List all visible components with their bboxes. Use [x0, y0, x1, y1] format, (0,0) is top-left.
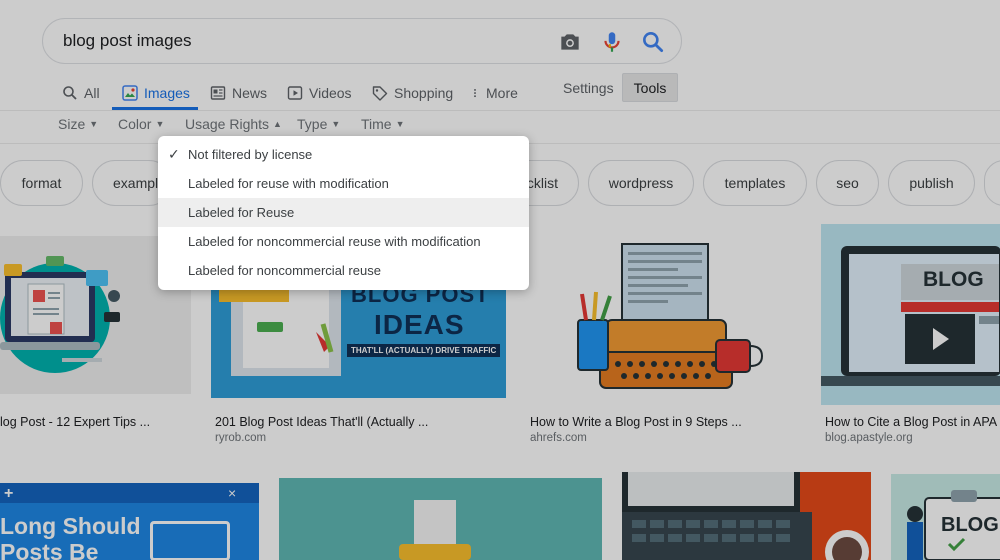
menu-item-label: Not filtered by license — [188, 147, 313, 162]
checkmark-icon: ✓ — [168, 146, 180, 162]
menu-item-label: Labeled for noncommercial reuse with mod… — [188, 234, 481, 249]
menu-item-noncommercial[interactable]: Labeled for noncommercial reuse — [158, 256, 529, 285]
menu-item-label: Labeled for Reuse — [188, 205, 295, 220]
menu-item-label: Labeled for noncommercial reuse — [188, 263, 381, 278]
menu-item-reuse[interactable]: Labeled for Reuse — [158, 198, 529, 227]
menu-item-reuse-modification[interactable]: Labeled for reuse with modification — [158, 169, 529, 198]
menu-item-label: Labeled for reuse with modification — [188, 176, 389, 191]
usage-rights-menu: ✓ Not filtered by license Labeled for re… — [158, 136, 529, 290]
menu-item-noncommercial-modification[interactable]: Labeled for noncommercial reuse with mod… — [158, 227, 529, 256]
menu-item-not-filtered[interactable]: ✓ Not filtered by license — [158, 140, 529, 169]
